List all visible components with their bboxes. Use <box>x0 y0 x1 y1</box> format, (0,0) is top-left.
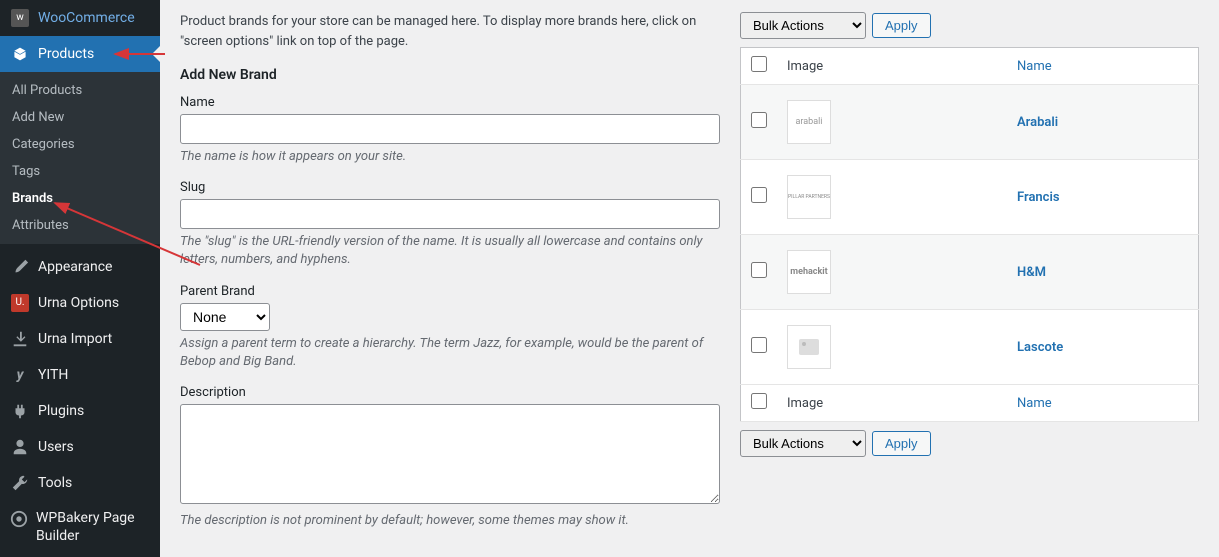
parent-help: Assign a parent term to create a hierarc… <box>180 335 720 371</box>
sidebar-label: Tools <box>38 475 72 491</box>
slug-input[interactable] <box>180 199 720 229</box>
brand-thumbnail: PILLAR PARTNERS <box>787 175 831 219</box>
table-row: mehackit H&M <box>741 235 1199 310</box>
wpbakery-icon <box>10 509 28 529</box>
products-submenu: All Products Add New Categories Tags Bra… <box>0 72 160 244</box>
table-row: PILLAR PARTNERS Francis <box>741 160 1199 235</box>
bulk-actions-select-top[interactable]: Bulk Actions <box>740 12 866 39</box>
sidebar-label: Users <box>38 439 74 455</box>
sidebar-item-yith[interactable]: y YITH <box>0 357 160 393</box>
download-icon <box>10 329 30 349</box>
brand-thumbnail: mehackit <box>787 250 831 294</box>
submenu-attributes[interactable]: Attributes <box>0 212 160 239</box>
brands-table: Image Name arabali Arabali PILLAR PARTNE… <box>740 47 1199 422</box>
add-new-brand-heading: Add New Brand <box>180 67 720 83</box>
yith-icon: y <box>10 365 30 385</box>
submenu-all-products[interactable]: All Products <box>0 77 160 104</box>
column-image[interactable]: Image <box>777 48 1007 85</box>
sidebar-item-plugins[interactable]: Plugins <box>0 393 160 429</box>
row-checkbox[interactable] <box>751 187 767 203</box>
sidebar-label: Urna Options <box>38 295 119 311</box>
submenu-add-new[interactable]: Add New <box>0 104 160 131</box>
submenu-categories[interactable]: Categories <box>0 131 160 158</box>
brand-name-link[interactable]: Arabali <box>1017 115 1058 130</box>
cube-icon <box>10 44 30 64</box>
row-checkbox[interactable] <box>751 112 767 128</box>
sidebar-label: WPBakery Page Builder <box>36 509 150 545</box>
description-help: The description is not prominent by defa… <box>180 512 720 530</box>
table-row: Lascote <box>741 310 1199 385</box>
wrench-icon <box>10 473 30 493</box>
apply-button-bottom[interactable]: Apply <box>872 431 931 456</box>
sidebar-label: Urna Import <box>38 331 112 347</box>
sidebar-item-woocommerce[interactable]: w WooCommerce <box>0 0 160 36</box>
admin-sidebar: w WooCommerce Products All Products Add … <box>0 0 160 557</box>
brand-thumbnail: arabali <box>787 100 831 144</box>
description-textarea[interactable] <box>180 404 720 504</box>
brand-thumbnail <box>787 325 831 369</box>
name-input[interactable] <box>180 114 720 144</box>
column-name-footer[interactable]: Name <box>1007 385 1199 422</box>
table-row: arabali Arabali <box>741 85 1199 160</box>
urna-icon: U. <box>10 293 30 313</box>
row-checkbox[interactable] <box>751 337 767 353</box>
description-label: Description <box>180 385 720 400</box>
sidebar-label: YITH <box>38 367 68 383</box>
column-name[interactable]: Name <box>1007 48 1199 85</box>
sidebar-item-users[interactable]: Users <box>0 429 160 465</box>
select-all-checkbox-top[interactable] <box>751 56 767 72</box>
user-icon <box>10 437 30 457</box>
brand-name-link[interactable]: H&M <box>1017 265 1046 280</box>
placeholder-icon <box>799 339 819 355</box>
row-checkbox[interactable] <box>751 262 767 278</box>
select-all-checkbox-bottom[interactable] <box>751 393 767 409</box>
sidebar-label: Plugins <box>38 403 84 419</box>
parent-label: Parent Brand <box>180 284 720 299</box>
parent-select[interactable]: None <box>180 303 270 331</box>
sidebar-item-tools[interactable]: Tools <box>0 465 160 501</box>
column-image-footer[interactable]: Image <box>777 385 1007 422</box>
woocommerce-icon: w <box>10 8 30 28</box>
apply-button-top[interactable]: Apply <box>872 13 931 38</box>
sidebar-item-wpbakery[interactable]: WPBakery Page Builder <box>0 501 160 553</box>
bulk-actions-select-bottom[interactable]: Bulk Actions <box>740 430 866 457</box>
slug-help: The "slug" is the URL-friendly version o… <box>180 233 720 269</box>
submenu-tags[interactable]: Tags <box>0 158 160 185</box>
brand-name-link[interactable]: Lascote <box>1017 340 1063 355</box>
sidebar-label: Products <box>38 46 94 62</box>
sidebar-label: WooCommerce <box>38 10 135 26</box>
sidebar-item-urna-options[interactable]: U. Urna Options <box>0 285 160 321</box>
brush-icon <box>10 257 30 277</box>
sidebar-item-appearance[interactable]: Appearance <box>0 249 160 285</box>
sidebar-label: Appearance <box>38 259 112 275</box>
name-label: Name <box>180 95 720 110</box>
slug-label: Slug <box>180 180 720 195</box>
plug-icon <box>10 401 30 421</box>
sidebar-item-urna-import[interactable]: Urna Import <box>0 321 160 357</box>
intro-text: Product brands for your store can be man… <box>180 12 720 51</box>
brand-name-link[interactable]: Francis <box>1017 190 1060 205</box>
name-help: The name is how it appears on your site. <box>180 148 720 166</box>
sidebar-item-products[interactable]: Products <box>0 36 160 72</box>
submenu-brands[interactable]: Brands <box>0 185 160 212</box>
